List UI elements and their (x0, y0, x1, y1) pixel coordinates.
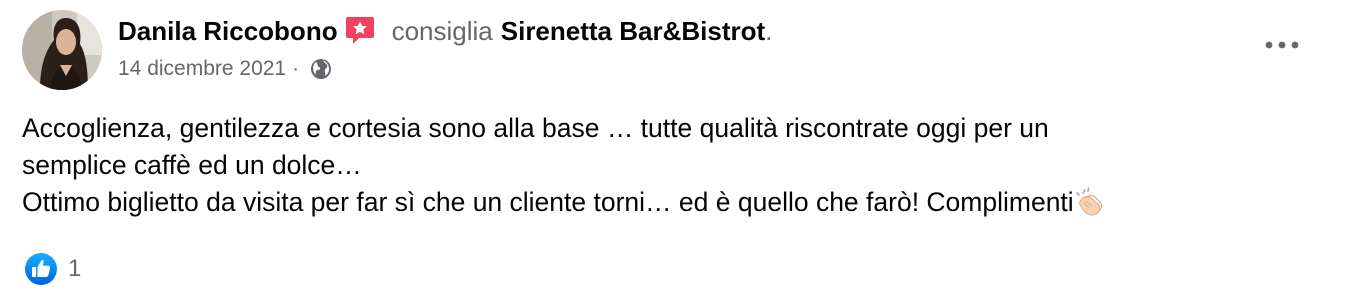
author-name[interactable]: Danila Riccobono (118, 16, 338, 47)
more-options-icon[interactable] (1262, 30, 1302, 60)
recommends-verb: consiglia (391, 15, 493, 46)
globe-icon[interactable] (309, 57, 333, 81)
reactions-summary[interactable]: 1 (24, 251, 81, 287)
recommend-star-icon (344, 14, 376, 46)
meta-separator: · (292, 57, 300, 80)
author-avatar[interactable] (22, 10, 102, 90)
clapping-hands-icon (1074, 187, 1104, 217)
post-meta: 14 dicembre 2021 · (118, 54, 333, 84)
post-body-line: Ottimo biglietto da visita per far sì ch… (22, 184, 1322, 221)
post-date[interactable]: 14 dicembre 2021 (118, 57, 286, 81)
page-name-link[interactable]: Sirenetta Bar&Bistrot (501, 16, 765, 47)
post-body: Accoglienza, gentilezza e cortesia sono … (22, 110, 1322, 221)
header-period: . (765, 15, 773, 46)
like-icon (24, 252, 58, 286)
reaction-count: 1 (68, 255, 82, 282)
post-body-line: semplice caffè ed un dolce… (22, 150, 362, 180)
post-body-line: Accoglienza, gentilezza e cortesia sono … (22, 113, 1049, 143)
recommendation-post: Danila Riccobono consiglia Sirenetta Bar… (0, 0, 1346, 294)
post-header: Danila Riccobono consiglia Sirenetta Bar… (118, 14, 772, 48)
post-body-line-text: Ottimo biglietto da visita per far sì ch… (22, 187, 1074, 217)
